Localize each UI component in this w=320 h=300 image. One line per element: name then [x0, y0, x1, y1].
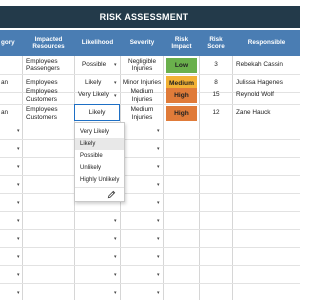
dropdown-arrow-icon[interactable]: ▾ — [17, 272, 20, 278]
header-impacted-resources[interactable]: Impacted Resources — [23, 30, 74, 56]
header-row: gory Impacted Resources Likelihood Sever… — [0, 30, 300, 56]
dropdown-arrow-icon[interactable]: ▾ — [17, 290, 20, 296]
risk-impact-badge: Low — [166, 58, 197, 73]
cell-score[interactable]: 3 — [200, 57, 232, 73]
cell-category[interactable]: an — [1, 105, 21, 121]
dropdown-arrow-icon[interactable]: ▾ — [17, 218, 20, 224]
dropdown-arrow-icon[interactable]: ▾ — [157, 236, 160, 242]
header-likelihood[interactable]: Likelihood — [75, 30, 120, 56]
dropdown-footer — [75, 187, 124, 201]
header-risk-impact[interactable]: Risk Impact — [164, 30, 199, 56]
dropdown-arrow-icon[interactable]: ▾ — [114, 236, 117, 242]
dropdown-option-very-likely[interactable]: Very Likely — [75, 126, 124, 138]
grid-line — [0, 229, 300, 230]
header-risk-score[interactable]: Risk Score — [200, 30, 232, 56]
grid-line — [0, 211, 300, 212]
cell-severity[interactable]: Medium Injuries — [121, 87, 163, 104]
dropdown-option-highly-unlikely[interactable]: Highly Unlikely — [75, 174, 124, 186]
cell-score[interactable]: 12 — [200, 105, 232, 121]
grid-line — [0, 139, 300, 140]
header-severity[interactable]: Severity — [121, 30, 163, 56]
dropdown-arrow-icon[interactable]: ▾ — [114, 80, 117, 86]
cell-responsible[interactable]: Zane Hauck — [236, 105, 300, 121]
grid-line — [0, 157, 300, 158]
sheet-title: RISK ASSESSMENT — [99, 12, 189, 22]
dropdown-option-unlikely[interactable]: Unlikely — [75, 162, 124, 174]
cell-category[interactable] — [1, 87, 21, 103]
dropdown-arrow-icon[interactable]: ▾ — [114, 254, 117, 260]
risk-impact-badge: High — [166, 106, 197, 121]
cell-category[interactable] — [1, 57, 21, 73]
dropdown-arrow-icon[interactable]: ▾ — [114, 93, 117, 99]
dropdown-arrow-icon[interactable]: ▾ — [114, 272, 117, 278]
risk-impact-badge: High — [166, 88, 197, 103]
cell-severity[interactable]: Negligible Injuries — [121, 57, 163, 73]
likelihood-dropdown-list[interactable]: Very Likely Likely Possible Unlikely Hig… — [74, 122, 125, 202]
cell-responsible[interactable]: Reynold Wolf — [236, 87, 300, 103]
header-responsible[interactable]: Responsible — [233, 30, 300, 56]
spreadsheet: RISK ASSESSMENT gory Impacted Resources … — [0, 0, 300, 300]
dropdown-arrow-icon[interactable]: ▾ — [17, 236, 20, 242]
dropdown-option-possible[interactable]: Possible — [75, 150, 124, 162]
dropdown-arrow-icon[interactable]: ▾ — [17, 200, 20, 206]
dropdown-arrow-icon[interactable]: ▾ — [17, 254, 20, 260]
dropdown-arrow-icon[interactable]: ▾ — [114, 290, 117, 296]
dropdown-arrow-icon[interactable]: ▾ — [17, 128, 20, 134]
header-category[interactable]: gory — [0, 30, 22, 56]
table-row: Employees Customers Very Likely ▾ Medium… — [0, 87, 300, 104]
cell-resources[interactable]: Employees Customers — [26, 87, 73, 104]
grid-line — [0, 265, 300, 266]
dropdown-arrow-icon[interactable]: ▾ — [157, 146, 160, 152]
grid-line — [0, 247, 300, 248]
dropdown-arrow-icon[interactable]: ▾ — [157, 290, 160, 296]
dropdown-arrow-icon[interactable]: ▾ — [17, 164, 20, 170]
edit-cell-value: Likely — [88, 109, 106, 116]
cell-likelihood[interactable]: Possible — [82, 57, 116, 73]
cell-severity[interactable]: Medium Injuries — [121, 105, 163, 122]
likelihood-edit-cell[interactable]: Likely — [74, 104, 120, 121]
cell-resources[interactable]: Employees Customers — [26, 105, 73, 122]
dropdown-arrow-icon[interactable]: ▾ — [157, 182, 160, 188]
dropdown-arrow-icon[interactable]: ▾ — [17, 182, 20, 188]
cell-resources[interactable]: Employees Passengers — [26, 57, 73, 73]
dropdown-arrow-icon[interactable]: ▾ — [157, 254, 160, 260]
grid-line — [0, 283, 300, 284]
dropdown-arrow-icon[interactable]: ▾ — [157, 128, 160, 134]
dropdown-arrow-icon[interactable]: ▾ — [114, 218, 117, 224]
pencil-icon[interactable] — [107, 190, 116, 199]
sheet-title-bar: RISK ASSESSMENT — [0, 6, 300, 28]
cell-likelihood[interactable]: Very Likely — [78, 87, 116, 103]
dropdown-arrow-icon[interactable]: ▾ — [157, 200, 160, 206]
grid-line — [0, 175, 300, 176]
grid-line — [0, 193, 300, 194]
cell-score[interactable]: 15 — [200, 87, 232, 103]
table-row: Employees Passengers Possible ▾ Negligib… — [0, 57, 300, 73]
dropdown-arrow-icon[interactable]: ▾ — [157, 164, 160, 170]
dropdown-arrow-icon[interactable]: ▾ — [157, 272, 160, 278]
cell-responsible[interactable]: Rebekah Cassin — [236, 57, 300, 73]
dropdown-arrow-icon[interactable]: ▾ — [157, 218, 160, 224]
table-row: an Employees Customers Medium Injuries H… — [0, 105, 300, 122]
dropdown-arrow-icon[interactable]: ▾ — [114, 62, 117, 68]
dropdown-option-likely[interactable]: Likely — [75, 138, 124, 150]
dropdown-arrow-icon[interactable]: ▾ — [17, 146, 20, 152]
